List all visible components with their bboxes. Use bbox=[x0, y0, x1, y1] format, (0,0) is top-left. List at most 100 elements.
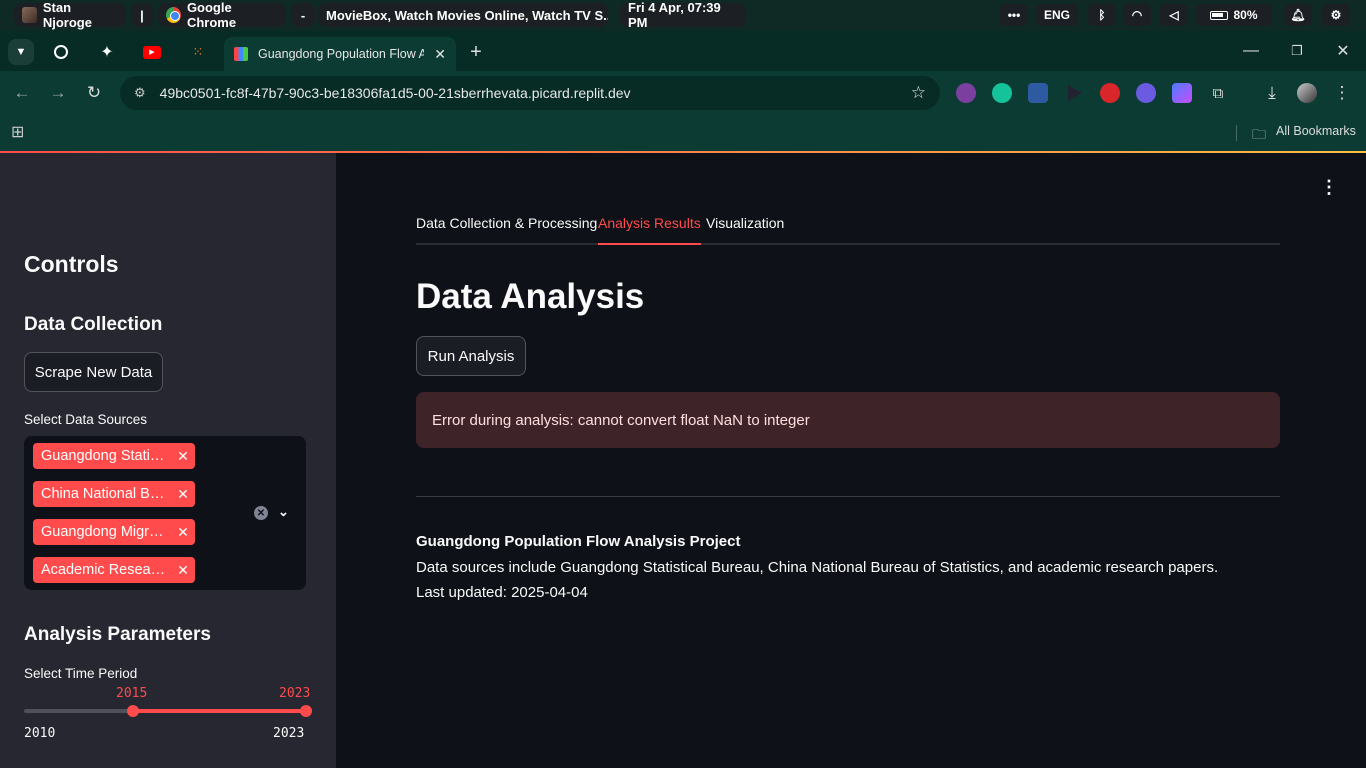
battery-percent: 80% bbox=[1233, 8, 1258, 22]
user-avatar bbox=[22, 7, 37, 23]
dash-pill: - bbox=[291, 3, 315, 27]
remove-chip-icon[interactable]: ✕ bbox=[177, 486, 189, 503]
analysis-parameters-heading: Analysis Parameters bbox=[24, 624, 211, 645]
chatgpt-tab-icon[interactable] bbox=[48, 39, 74, 65]
browser-tabstrip: ▼ ✦ ▶ ⁙ Guangdong Population Flow Ar ✕ +… bbox=[0, 31, 1366, 71]
minimize-icon[interactable]: — bbox=[1237, 39, 1265, 63]
divider bbox=[416, 496, 1280, 497]
footer-title: Guangdong Population Flow Analysis Proje… bbox=[416, 533, 741, 550]
site-info-icon[interactable]: ⚙ bbox=[134, 85, 146, 101]
bookmarks-bar: ⊞ 🗀 All Bookmarks bbox=[0, 115, 1366, 151]
tab-list: Data Collection & Processing Analysis Re… bbox=[416, 213, 1280, 245]
volume-icon[interactable]: ◁ bbox=[1160, 4, 1188, 26]
lang-text: ENG bbox=[1043, 8, 1070, 22]
streamlit-favicon-icon bbox=[234, 47, 248, 61]
bookmarks-divider bbox=[1236, 125, 1237, 141]
sources-multiselect[interactable]: Guangdong Statistical Bureau ✕ China Nat… bbox=[24, 436, 306, 590]
sidebar: Controls Data Collection Scrape New Data… bbox=[0, 153, 336, 768]
error-message: Error during analysis: cannot convert fl… bbox=[432, 411, 810, 429]
slider-low-thumb[interactable] bbox=[127, 705, 139, 717]
footer-updated: Last updated: 2025-04-04 bbox=[416, 584, 588, 601]
window-title: MovieBox, Watch Movies Online, Watch TV … bbox=[326, 7, 608, 23]
sparkle-icon: ✦ bbox=[100, 44, 114, 61]
clock-text: Fri 4 Apr, 07:39 PM bbox=[628, 0, 721, 30]
chip-label: China National Bureau of Statistics bbox=[41, 486, 169, 502]
tab-analysis-results[interactable]: Analysis Results bbox=[598, 215, 701, 245]
time-period-slider[interactable] bbox=[24, 705, 312, 717]
pinned-tab-star[interactable]: ✦ bbox=[94, 39, 120, 65]
slider-low-value: 2015 bbox=[116, 686, 148, 701]
cursor-extension-icon[interactable] bbox=[1068, 85, 1082, 101]
app-icon: ⁙ bbox=[192, 44, 204, 59]
chrome-menu-icon[interactable]: ⋮ bbox=[1330, 81, 1354, 105]
wifi-icon[interactable]: ◠ bbox=[1123, 4, 1151, 26]
app-menu-icon[interactable]: ⋮ bbox=[1320, 177, 1338, 198]
tab-search-chevron-icon[interactable]: ▼ bbox=[8, 39, 34, 65]
adblock-icon[interactable] bbox=[1100, 83, 1120, 103]
dash-text: - bbox=[300, 7, 306, 23]
error-alert: Error during analysis: cannot convert fl… bbox=[416, 392, 1280, 448]
scrape-data-button[interactable]: Scrape New Data bbox=[24, 352, 163, 392]
bookmark-star-icon[interactable]: ☆ bbox=[911, 83, 926, 103]
close-window-icon[interactable]: ✕ bbox=[1329, 39, 1357, 63]
window-title-pill[interactable]: MovieBox, Watch Movies Online, Watch TV … bbox=[318, 3, 608, 27]
pinned-tab-app[interactable]: ⁙ bbox=[185, 39, 211, 65]
source-chip[interactable]: Guangdong Migration Survey ✕ bbox=[33, 519, 195, 545]
forward-icon[interactable]: → bbox=[46, 81, 70, 105]
source-chip[interactable]: Academic Research Papers ✕ bbox=[33, 557, 195, 583]
sidebar-title: Controls bbox=[24, 251, 119, 277]
address-bar[interactable]: ⚙ 49bc0501-fc8f-47b7-90c3-be18306fa1d5-0… bbox=[120, 76, 940, 110]
browser-pill[interactable]: Google Chrome bbox=[158, 0, 286, 30]
extensions-puzzle-icon[interactable]: ⧉ bbox=[1206, 81, 1230, 105]
sources-label: Select Data Sources bbox=[24, 412, 148, 427]
more-icon[interactable]: ••• bbox=[1000, 4, 1028, 26]
remove-chip-icon[interactable]: ✕ bbox=[177, 524, 189, 541]
notification-icon[interactable]: 🔔︎ bbox=[1284, 4, 1312, 26]
tiles-extension-icon[interactable] bbox=[1172, 83, 1192, 103]
restore-icon[interactable]: ❐ bbox=[1283, 39, 1311, 63]
tab-guangdong-active[interactable]: Guangdong Population Flow Ar ✕ bbox=[224, 37, 456, 71]
browser-name: Google Chrome bbox=[186, 0, 237, 30]
clock-pill[interactable]: Fri 4 Apr, 07:39 PM bbox=[620, 0, 746, 30]
all-bookmarks-link[interactable]: All Bookmarks bbox=[1276, 124, 1356, 138]
separator-text: | bbox=[140, 7, 144, 23]
sparkle-extension-icon[interactable] bbox=[1136, 83, 1156, 103]
reload-icon[interactable]: ↻ bbox=[82, 81, 106, 105]
remove-chip-icon[interactable]: ✕ bbox=[177, 448, 189, 465]
eye-extension-icon[interactable] bbox=[956, 83, 976, 103]
time-period-label: Select Time Period bbox=[24, 666, 138, 681]
remove-chip-icon[interactable]: ✕ bbox=[177, 562, 189, 579]
battery-indicator[interactable]: 80% bbox=[1196, 4, 1272, 26]
url-text: 49bc0501-fc8f-47b7-90c3-be18306fa1d5-00-… bbox=[159, 85, 631, 101]
language-indicator[interactable]: ENG bbox=[1036, 4, 1078, 26]
run-analysis-button[interactable]: Run Analysis bbox=[416, 336, 526, 376]
chip-label: Academic Research Papers bbox=[41, 562, 169, 578]
page-title: Data Analysis bbox=[416, 277, 645, 316]
source-chip[interactable]: Guangdong Statistical Bureau ✕ bbox=[33, 443, 195, 469]
chevron-down-icon[interactable]: ⌄ bbox=[278, 504, 289, 520]
tab-data-collection[interactable]: Data Collection & Processing bbox=[416, 215, 597, 245]
slider-high-thumb[interactable] bbox=[300, 705, 312, 717]
back-icon[interactable]: ← bbox=[10, 81, 34, 105]
main-content: ⋮ Data Collection & Processing Analysis … bbox=[336, 153, 1366, 768]
folder-icon: 🗀 bbox=[1252, 126, 1266, 142]
close-tab-icon[interactable]: ✕ bbox=[434, 46, 446, 63]
source-chip[interactable]: China National Bureau of Statistics ✕ bbox=[33, 481, 195, 507]
browser-toolbar: ← → ↻ ⚙ 49bc0501-fc8f-47b7-90c3-be18306f… bbox=[0, 71, 1366, 115]
tab-visualization[interactable]: Visualization bbox=[706, 215, 784, 245]
chrome-icon bbox=[166, 7, 181, 23]
grammarly-icon[interactable] bbox=[992, 83, 1012, 103]
settings-toggle-icon[interactable]: ⚙︎ bbox=[1322, 4, 1350, 26]
apps-grid-icon[interactable]: ⊞ bbox=[11, 122, 24, 142]
data-collection-heading: Data Collection bbox=[24, 314, 163, 335]
youtube-icon: ▶ bbox=[143, 45, 161, 59]
profile-avatar[interactable] bbox=[1297, 83, 1317, 103]
new-tab-icon[interactable]: + bbox=[463, 39, 489, 65]
bluetooth-icon[interactable]: ᛒ bbox=[1088, 4, 1116, 26]
download-icon[interactable]: ⤓ bbox=[1260, 81, 1284, 105]
slider-fill bbox=[132, 709, 306, 713]
reader-extension-icon[interactable] bbox=[1028, 83, 1048, 103]
clear-all-icon[interactable]: ✕ bbox=[254, 506, 268, 520]
youtube-tab[interactable]: ▶ bbox=[139, 39, 165, 65]
user-pill[interactable]: Stan Njoroge bbox=[14, 0, 126, 30]
